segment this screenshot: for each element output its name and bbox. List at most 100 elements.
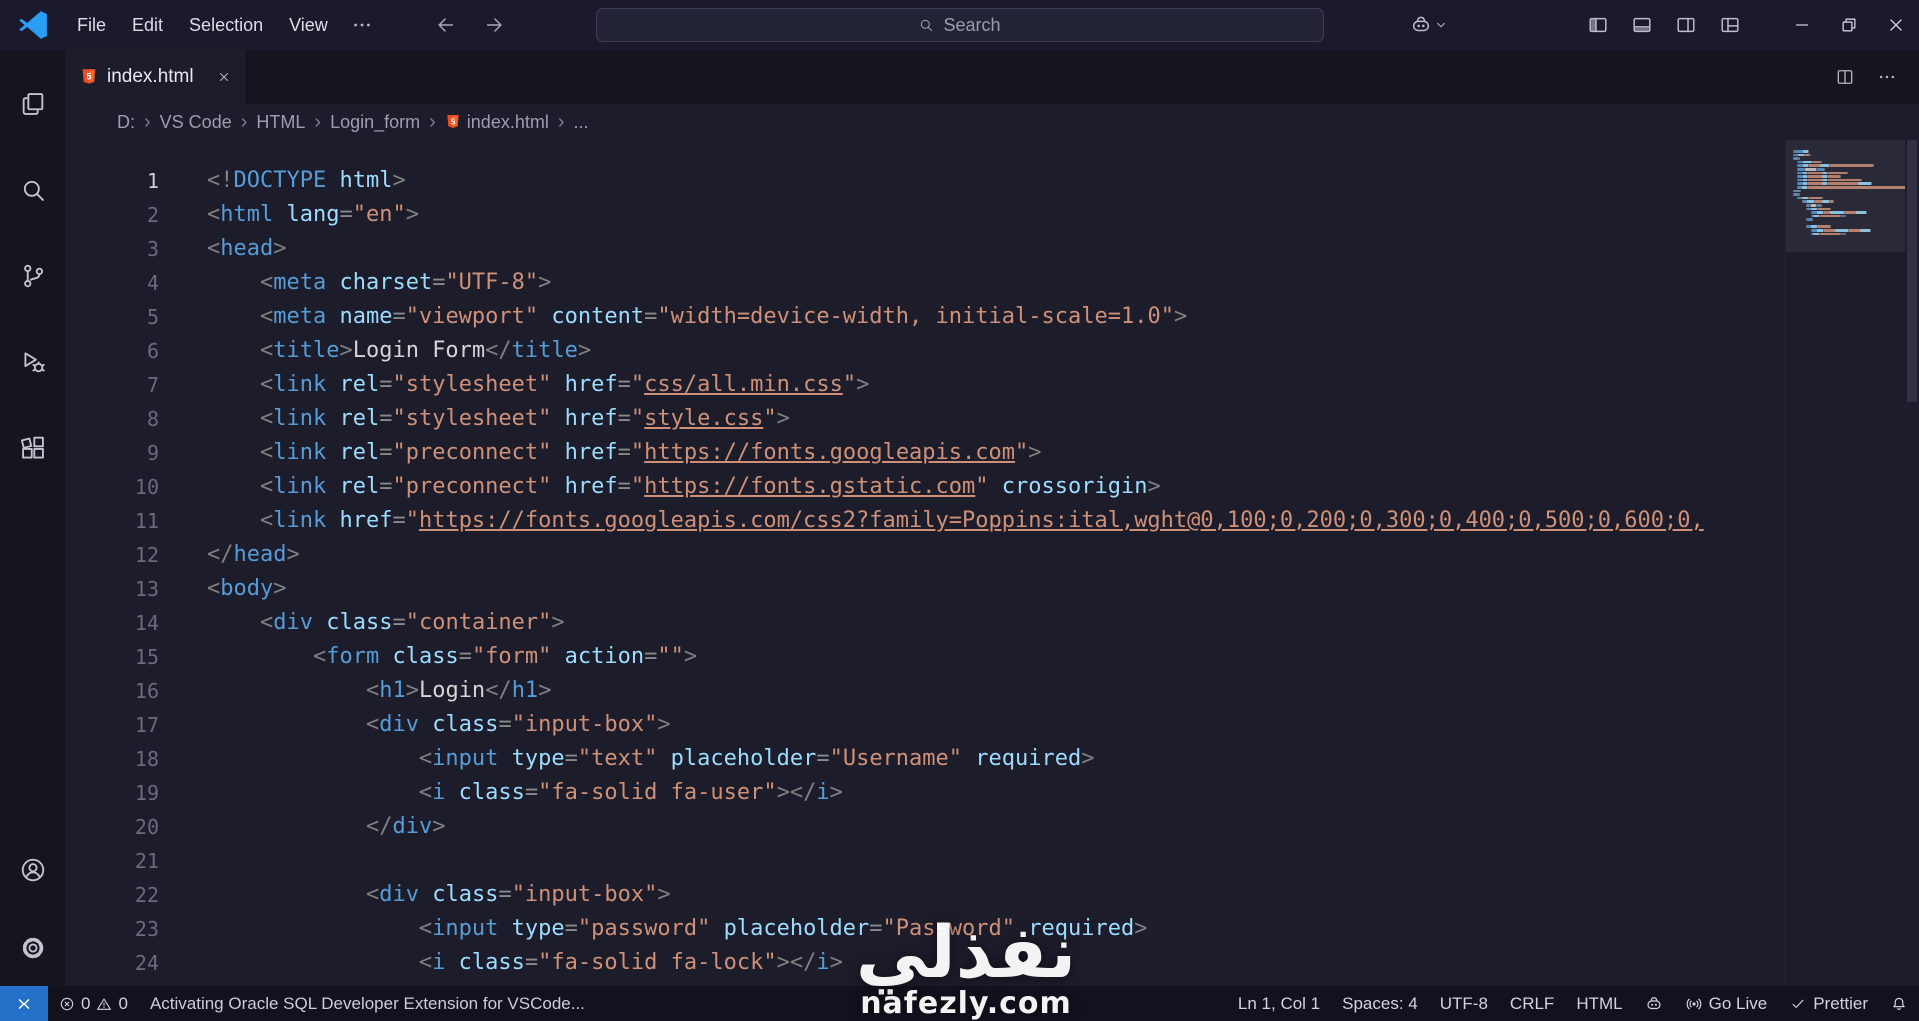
- check-icon: [1789, 995, 1807, 1013]
- editor-more-icon[interactable]: [1877, 67, 1897, 87]
- warning-icon: [96, 996, 112, 1012]
- code-line[interactable]: 3 <head>: [65, 232, 1785, 266]
- breadcrumb-item[interactable]: HTML: [256, 112, 305, 133]
- statusbar-notifications[interactable]: [1879, 986, 1919, 1021]
- copilot-icon: [1410, 14, 1432, 36]
- toggle-panel-button[interactable]: [1620, 0, 1664, 50]
- statusbar-cursor-position[interactable]: Ln 1, Col 1: [1227, 986, 1331, 1021]
- code-text: <i class="fa-solid fa-lock"></i>: [418, 950, 843, 975]
- code-lines: 1 <!DOCTYPE html> 2 <html lang="en"> 3 <head>…: [65, 140, 1785, 986]
- minimap-line: [1793, 214, 1905, 218]
- statusbar-go-live[interactable]: Go Live: [1674, 986, 1779, 1021]
- statusbar-prettier[interactable]: Prettier: [1778, 986, 1879, 1021]
- toggle-secondary-sidebar-button[interactable]: [1664, 0, 1708, 50]
- minimap[interactable]: [1785, 140, 1905, 986]
- menu-view[interactable]: View: [276, 8, 341, 42]
- code-line[interactable]: 6 <title>Login Form</title>: [65, 334, 1785, 368]
- back-arrow-icon[interactable]: [435, 14, 457, 36]
- code-line[interactable]: 21: [65, 844, 1785, 878]
- tab-index-html[interactable]: 5 index.html: [65, 50, 247, 104]
- breadcrumb-item[interactable]: ...: [574, 112, 589, 133]
- statusbar-eol[interactable]: CRLF: [1499, 986, 1565, 1021]
- minimap-line: [1793, 207, 1905, 211]
- activity-bar-bottom: [9, 846, 57, 986]
- run-debug-icon: [19, 348, 47, 376]
- activitybar-settings[interactable]: [9, 924, 57, 972]
- breadcrumb-item[interactable]: D:: [117, 112, 135, 133]
- editor-group: 5 index.html D: › VS Code › HTML › Login_form ›…: [65, 50, 1919, 986]
- code-line[interactable]: 23 <input type="password" placeholder="P…: [65, 912, 1785, 946]
- html5-icon: 5: [80, 68, 98, 86]
- activitybar-search[interactable]: [9, 166, 57, 214]
- breadcrumb-item[interactable]: Login_form: [330, 112, 420, 133]
- code-text: <link rel="preconnect" href="https://fon…: [259, 474, 1161, 499]
- code-line[interactable]: 22 <div class="input-box">: [65, 878, 1785, 912]
- breadcrumb: D: › VS Code › HTML › Login_form › 5 index.html ›.…: [65, 104, 1919, 140]
- code-line[interactable]: 20 </div>: [65, 810, 1785, 844]
- code-line[interactable]: 24 <i class="fa-solid fa-lock"></i>: [65, 946, 1785, 980]
- code-line[interactable]: 14 <div class="container">: [65, 606, 1785, 640]
- code-line[interactable]: 7 <link rel="stylesheet" href="css/all.m…: [65, 368, 1785, 402]
- tab-close-icon[interactable]: [217, 70, 231, 84]
- restore-button[interactable]: [1825, 0, 1872, 50]
- code-line[interactable]: 10 <link rel="preconnect" href="https://…: [65, 470, 1785, 504]
- code-line[interactable]: 4 <meta charset="UTF-8">: [65, 266, 1785, 300]
- problems-indicator[interactable]: 0 0: [48, 986, 139, 1021]
- menu-edit[interactable]: Edit: [119, 8, 176, 42]
- code-line[interactable]: 15 <form class="form" action="">: [65, 640, 1785, 674]
- code-line[interactable]: 11 <link href="https://fonts.googleapis.…: [65, 504, 1785, 538]
- minimize-button[interactable]: [1778, 0, 1825, 50]
- status-message[interactable]: Activating Oracle SQL Developer Extensio…: [139, 986, 596, 1021]
- vertical-scrollbar[interactable]: [1905, 140, 1919, 986]
- editor[interactable]: 1 <!DOCTYPE html> 2 <html lang="en"> 3 <head>…: [65, 140, 1919, 986]
- code-line[interactable]: 18 <input type="text" placeholder="Usern…: [65, 742, 1785, 776]
- menu-more-icon[interactable]: [351, 14, 373, 36]
- copilot-menu-button[interactable]: [1410, 14, 1448, 36]
- statusbar-language-mode[interactable]: HTML: [1565, 986, 1633, 1021]
- layout-sidebar-right-icon: [1675, 14, 1697, 36]
- breadcrumb-item[interactable]: 5 index.html: [445, 112, 549, 133]
- code-line[interactable]: 17 <div class="input-box">: [65, 708, 1785, 742]
- code-line[interactable]: 12 </head>: [65, 538, 1785, 572]
- activitybar-run-debug[interactable]: [9, 338, 57, 386]
- line-number: 20: [134, 815, 159, 839]
- activitybar-source-control[interactable]: [9, 252, 57, 300]
- line-number: 22: [134, 883, 159, 907]
- forward-arrow-icon[interactable]: [483, 14, 505, 36]
- minimap-line: [1793, 189, 1905, 193]
- close-icon: [1886, 15, 1906, 35]
- code-line[interactable]: 5 <meta name="viewport" content="width=d…: [65, 300, 1785, 334]
- toggle-sidebar-button[interactable]: [1576, 0, 1620, 50]
- code-line[interactable]: 19 <i class="fa-solid fa-user"></i>: [65, 776, 1785, 810]
- line-number: 3: [146, 237, 159, 261]
- close-button[interactable]: [1872, 0, 1919, 50]
- statusbar-encoding-label: UTF-8: [1439, 993, 1488, 1013]
- menu-selection[interactable]: Selection: [176, 8, 276, 42]
- code-line[interactable]: 8 <link rel="stylesheet" href="style.css…: [65, 402, 1785, 436]
- scrollbar-thumb[interactable]: [1907, 140, 1917, 402]
- statusbar-encoding[interactable]: UTF-8: [1429, 986, 1499, 1021]
- code-line[interactable]: 9 <link rel="preconnect" href="https://f…: [65, 436, 1785, 470]
- statusbar-copilot[interactable]: [1634, 986, 1674, 1021]
- restore-icon: [1839, 15, 1859, 35]
- activitybar-account[interactable]: [9, 846, 57, 894]
- breadcrumb-label: ...: [573, 111, 589, 132]
- customize-layout-button[interactable]: [1708, 0, 1752, 50]
- vscode-logo-icon: [16, 8, 50, 42]
- menu-file[interactable]: File: [64, 8, 119, 42]
- code-line[interactable]: 13 <body>: [65, 572, 1785, 606]
- activity-bar: [0, 50, 65, 986]
- activitybar-explorer[interactable]: [9, 80, 57, 128]
- broadcast-icon: [1685, 995, 1703, 1013]
- statusbar-indentation[interactable]: Spaces: 4: [1331, 986, 1429, 1021]
- split-editor-icon[interactable]: [1835, 67, 1855, 87]
- activitybar-extensions[interactable]: [9, 424, 57, 472]
- remote-indicator[interactable]: [0, 986, 48, 1021]
- code-line[interactable]: 2 <html lang="en">: [65, 198, 1785, 232]
- window-controls: [1778, 0, 1919, 50]
- code-line[interactable]: 1 <!DOCTYPE html>: [65, 164, 1785, 198]
- code-text: <div class="input-box">: [365, 712, 671, 737]
- search-input[interactable]: Search: [595, 8, 1324, 42]
- code-line[interactable]: 16 <h1>Login</h1>: [65, 674, 1785, 708]
- breadcrumb-item[interactable]: VS Code: [160, 112, 232, 133]
